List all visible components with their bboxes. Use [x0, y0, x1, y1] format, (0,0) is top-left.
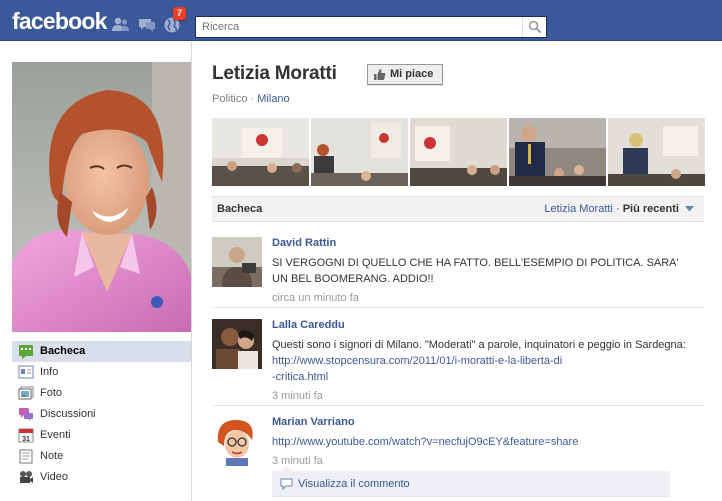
comment-icon: [280, 478, 293, 493]
sidebar-item-label: Discussioni: [40, 408, 96, 420]
separator: ·: [250, 93, 255, 105]
photo-thumbnail[interactable]: [608, 118, 705, 186]
story-message-link[interactable]: http://www.stopcensura.com/2011/01/i-mor…: [272, 355, 562, 367]
sidebar-item-label: Info: [40, 366, 59, 378]
search-input[interactable]: [196, 17, 516, 37]
search-icon: [528, 20, 542, 34]
sidebar-item-label: Eventi: [40, 429, 71, 441]
wall-header: Bacheca Letizia Moratti · Più recenti: [212, 196, 704, 222]
wall-filter: Letizia Moratti · Più recenti: [544, 203, 694, 215]
friend-requests-icon[interactable]: [111, 15, 131, 35]
story-message-text: Questi sono i signori di Milano. "Modera…: [272, 339, 686, 351]
story-body: Marian Varriano http://www.youtube.com/w…: [272, 416, 692, 467]
profile-picture[interactable]: [12, 62, 191, 332]
view-comment-link[interactable]: Visualizza il commento: [298, 478, 410, 490]
avatar[interactable]: [212, 416, 262, 466]
story-message-link[interactable]: http://www.youtube.com/watch?v=necfujO9c…: [272, 436, 578, 448]
sidebar-item-label: Foto: [40, 387, 63, 399]
wall-story: Lalla Careddu Questi sono i signori di M…: [212, 319, 704, 406]
events-calendar-icon: 31: [18, 428, 34, 443]
story-author-link[interactable]: Marian Varriano: [272, 416, 692, 428]
sidebar-item-label: Video: [40, 471, 68, 483]
top-bar: facebook 7: [0, 0, 722, 41]
story-timestamp[interactable]: 3 minuti fa: [272, 390, 692, 402]
photo-thumbnail[interactable]: [509, 118, 606, 186]
notification-count-badge[interactable]: 7: [173, 7, 186, 20]
wall-title: Bacheca: [217, 203, 263, 215]
sidebar-item-label: Bacheca: [40, 345, 86, 357]
story-body: David Rattin SI VERGOGNI DI QUELLO CHE H…: [272, 237, 692, 304]
story-message: SI VERGOGNI DI QUELLO CHE HA FATTO. BELL…: [272, 257, 679, 285]
sidebar-item-label: Note: [40, 450, 64, 462]
photo-strip: [212, 118, 706, 186]
filter-page-posts-link[interactable]: Letizia Moratti: [544, 203, 612, 215]
view-comment-box[interactable]: Visualizza il commento: [272, 471, 670, 497]
story-message-link-continued[interactable]: -critica.html: [272, 371, 328, 383]
story-author-link[interactable]: Lalla Careddu: [272, 319, 692, 331]
sidebar-item-discussioni[interactable]: Discussioni: [12, 404, 191, 425]
chevron-down-icon[interactable]: [685, 203, 694, 215]
video-icon: [18, 470, 34, 485]
story-divider: [212, 405, 704, 406]
like-button-label: Mi piace: [390, 68, 434, 80]
photo-thumbnail[interactable]: [311, 118, 408, 186]
wall-icon: [18, 344, 34, 359]
sidebar-item-bacheca[interactable]: Bacheca: [12, 341, 191, 362]
sidebar-item-video[interactable]: Video: [12, 467, 191, 488]
wall-story: David Rattin SI VERGOGNI DI QUELLO CHE H…: [212, 237, 704, 308]
profile-city-link[interactable]: Milano: [257, 93, 289, 105]
story-body: Lalla Careddu Questi sono i signori di M…: [272, 319, 692, 402]
messages-icon[interactable]: [137, 15, 157, 35]
story-divider: [212, 307, 704, 308]
left-navigation: Bacheca Info Foto Discussioni 31 Eventi …: [12, 341, 191, 488]
search-box[interactable]: [195, 16, 547, 38]
avatar[interactable]: [212, 319, 262, 369]
info-icon: [18, 365, 34, 380]
like-button[interactable]: Mi piace: [367, 64, 443, 85]
photo-thumbnail[interactable]: [410, 118, 507, 186]
avatar[interactable]: [212, 237, 262, 287]
sidebar-item-note[interactable]: Note: [12, 446, 191, 467]
story-author-link[interactable]: David Rattin: [272, 237, 692, 249]
svg-text:31: 31: [22, 436, 30, 443]
story-message: Questi sono i signori di Milano. "Modera…: [272, 337, 692, 385]
discussions-icon: [18, 407, 34, 422]
filter-most-recent-dropdown[interactable]: Più recenti: [623, 203, 679, 215]
photos-icon: [18, 386, 34, 401]
column-divider: [191, 42, 192, 501]
story-timestamp[interactable]: 3 minuti fa: [272, 455, 692, 467]
story-message: http://www.youtube.com/watch?v=necfujO9c…: [272, 434, 692, 450]
search-button[interactable]: [522, 17, 546, 37]
facebook-logo[interactable]: facebook: [12, 8, 107, 35]
sidebar-item-foto[interactable]: Foto: [12, 383, 191, 404]
separator: ·: [615, 203, 620, 215]
story-timestamp[interactable]: circa un minuto fa: [272, 292, 692, 304]
notes-icon: [18, 449, 34, 464]
sidebar-item-info[interactable]: Info: [12, 362, 191, 383]
wall-story: Marian Varriano http://www.youtube.com/w…: [212, 416, 704, 467]
profile-category: Politico: [212, 93, 248, 105]
page-title: Letizia Moratti: [212, 63, 337, 84]
thumbs-up-icon: [373, 68, 386, 88]
profile-subtitle: Politico · Milano: [212, 93, 290, 105]
photo-thumbnail[interactable]: [212, 118, 309, 186]
sidebar-item-eventi[interactable]: 31 Eventi: [12, 425, 191, 446]
